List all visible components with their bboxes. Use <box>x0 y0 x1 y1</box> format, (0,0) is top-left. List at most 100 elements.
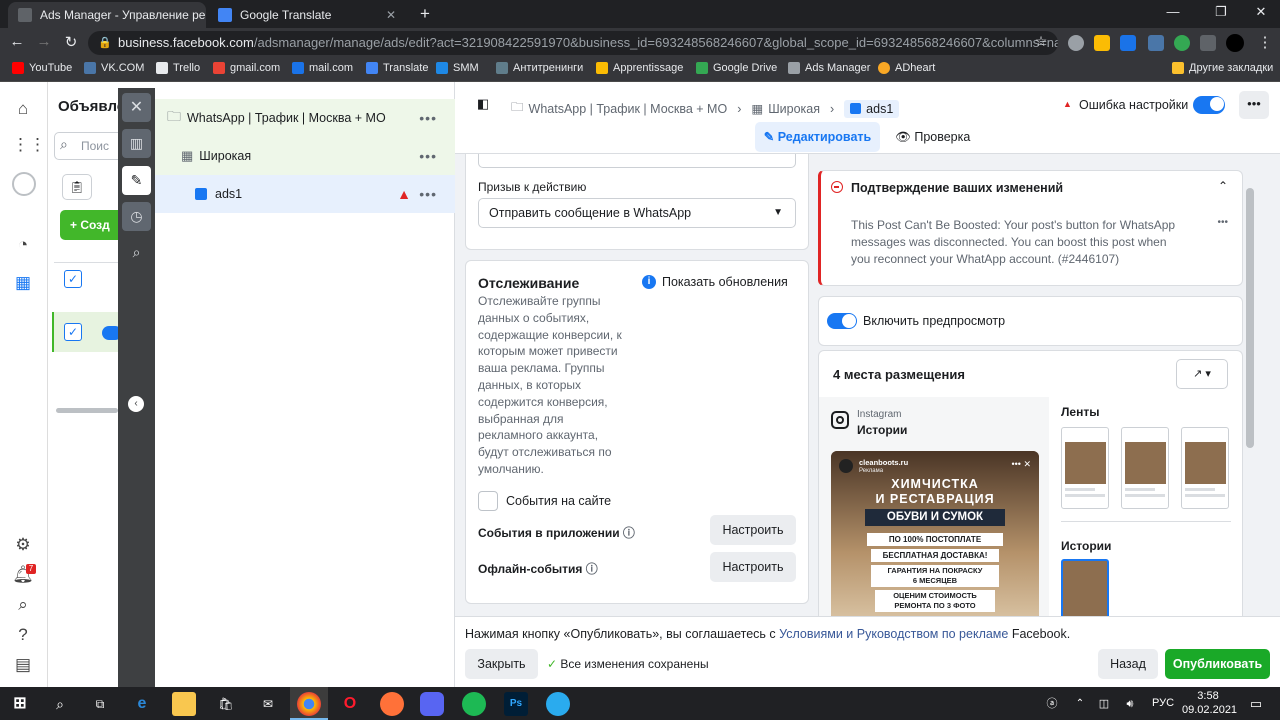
forward-arrow-icon[interactable]: → <box>33 33 55 50</box>
bookmark-mail[interactable]: mail.com <box>292 62 353 74</box>
telegram-icon[interactable] <box>546 692 570 716</box>
horizontal-scrollbar[interactable] <box>56 408 118 413</box>
terms-link[interactable]: Условиями и Руководством по рекламе <box>779 627 1008 641</box>
campaign-more-icon[interactable]: ••• <box>419 110 437 126</box>
profile-avatar[interactable] <box>1226 34 1244 52</box>
close-window-icon[interactable]: ✕ <box>1246 4 1276 20</box>
url-input[interactable]: 🔒 business.facebook.com/adsmanager/manag… <box>88 31 1058 55</box>
windows-start-icon[interactable]: ⊞ <box>8 692 32 716</box>
bookmark-google-drive[interactable]: Google Drive <box>696 62 777 74</box>
file-explorer-icon[interactable] <box>172 692 196 716</box>
language-indicator[interactable]: РУС <box>1152 697 1174 709</box>
home-icon[interactable]: ⌂ <box>12 98 34 120</box>
feed-thumbnail[interactable] <box>1181 427 1229 509</box>
bookmark-antitrainings[interactable]: Антитренинги <box>496 62 583 74</box>
search-icon[interactable]: ⌕ <box>48 692 72 716</box>
ad-more-icon[interactable]: ••• <box>419 186 437 202</box>
preview-toggle[interactable] <box>827 313 857 329</box>
reload-icon[interactable]: ↻ <box>60 33 82 51</box>
help-icon[interactable]: ? <box>12 624 34 646</box>
tree-campaign[interactable]: 🗀 WhatsApp | Трафик | Москва + МО ••• <box>155 99 455 137</box>
volume-icon[interactable]: 🔊︎ <box>1118 692 1142 716</box>
extension-clock-icon[interactable] <box>1094 35 1110 51</box>
bookmark-star-icon[interactable]: ☆ <box>1030 33 1052 50</box>
feed-thumbnail[interactable] <box>1061 427 1109 509</box>
alert-more-icon[interactable]: ••• <box>1217 217 1228 228</box>
extension-green-icon[interactable] <box>1174 35 1190 51</box>
opera-icon[interactable]: O <box>338 692 362 716</box>
ad-active-toggle[interactable] <box>1193 96 1225 114</box>
cta-select[interactable]: Отправить сообщение в WhatsApp ▼ <box>478 198 796 228</box>
report-icon[interactable]: ▤ <box>12 654 34 676</box>
inspect-zoom-icon[interactable]: ⌕ <box>122 238 151 267</box>
extension-vk-icon[interactable] <box>1148 35 1164 51</box>
show-updates-link[interactable]: i Показать обновления <box>642 275 788 289</box>
clipboard-icon[interactable]: 📋︎ <box>62 174 92 200</box>
task-view-icon[interactable]: ⧉ <box>88 692 112 716</box>
breadcrumb-ad[interactable]: ads1 <box>844 99 900 118</box>
tab-edit[interactable]: ✎ Редактировать <box>755 122 880 152</box>
adset-more-icon[interactable]: ••• <box>419 148 437 164</box>
select-all-checkbox[interactable]: ✓ <box>64 270 82 288</box>
bookmark-smm[interactable]: SMM <box>436 62 479 74</box>
open-preview-dropdown[interactable]: ↗ ▾ <box>1176 359 1228 389</box>
site-events-checkbox[interactable] <box>478 491 498 511</box>
history-clock-icon[interactable]: ◷ <box>122 202 151 231</box>
close-tab-icon[interactable]: ✕ <box>386 8 396 22</box>
collapse-chevron-icon[interactable]: ⌃ <box>1218 179 1228 193</box>
story-thumbnail[interactable] <box>1061 559 1109 616</box>
bookmark-apprentissage[interactable]: Apprentissage <box>596 62 683 74</box>
bookmark-trello[interactable]: Trello <box>156 62 200 74</box>
mail-icon[interactable]: ✉ <box>256 692 280 716</box>
browser-menu-icon[interactable]: ⋮ <box>1254 33 1276 51</box>
back-button[interactable]: Назад <box>1098 649 1158 679</box>
configure-app-events-button[interactable]: Настроить <box>710 515 796 545</box>
collapse-chevron-icon[interactable]: ‹ <box>128 396 144 412</box>
bookmark-youtube[interactable]: YouTube <box>12 62 72 74</box>
account-avatar[interactable] <box>12 172 36 196</box>
extensions-puzzle-icon[interactable] <box>1200 35 1216 51</box>
feed-thumbnail[interactable] <box>1121 427 1169 509</box>
spotify-icon[interactable] <box>462 692 486 716</box>
photoshop-icon[interactable]: Ps <box>504 692 528 716</box>
back-arrow-icon[interactable]: ← <box>6 33 28 50</box>
bookmark-adheart[interactable]: ADheart <box>878 62 935 74</box>
edit-pencil-icon[interactable]: ✎ <box>122 166 151 195</box>
tree-adset[interactable]: ▦ Широкая ••• <box>155 137 455 175</box>
publish-button[interactable]: Опубликовать <box>1165 649 1270 679</box>
bookmark-translate[interactable]: Translate <box>366 62 428 74</box>
ads-manager-table-icon[interactable]: ▦ <box>12 272 34 294</box>
new-tab-icon[interactable]: + <box>410 4 440 24</box>
tab-ads-manager[interactable]: Ads Manager - Управление рекл ✕ <box>8 2 206 28</box>
edge-icon[interactable]: e <box>130 692 154 716</box>
search-icon[interactable]: ⌕ <box>12 594 34 616</box>
more-options-icon[interactable]: ••• <box>1239 91 1269 119</box>
minimize-icon[interactable]: — <box>1158 4 1188 19</box>
other-bookmarks[interactable]: Другие закладки <box>1172 62 1273 74</box>
breadcrumb-adset[interactable]: Широкая <box>768 102 820 116</box>
people-icon[interactable]: ⓐ <box>1040 692 1064 716</box>
bookmark-gmail[interactable]: gmail.com <box>213 62 280 74</box>
discord-icon[interactable] <box>420 692 444 716</box>
dashboard-gauge-icon[interactable]: ◔ <box>12 234 34 256</box>
vertical-scrollbar[interactable] <box>1245 182 1255 612</box>
apps-grid-icon[interactable]: ⋮⋮ <box>12 134 46 156</box>
network-icon[interactable]: ◫ <box>1092 692 1116 716</box>
configure-offline-events-button[interactable]: Настроить <box>710 552 796 582</box>
tab-google-translate[interactable]: Google Translate ✕ <box>208 2 406 28</box>
show-hidden-icons-icon[interactable]: ⌃ <box>1068 692 1092 716</box>
extension-globe-icon[interactable] <box>1068 35 1084 51</box>
notifications-icon[interactable]: ▭ <box>1244 692 1268 716</box>
close-button[interactable]: Закрыть <box>465 649 538 679</box>
maximize-icon[interactable]: ❐ <box>1206 4 1236 20</box>
settings-gear-icon[interactable]: ⚙ <box>12 534 34 556</box>
clock[interactable]: 3:58 09.02.2021 <box>1182 689 1237 717</box>
extension-translate-icon[interactable] <box>1120 35 1136 51</box>
breadcrumb-campaign[interactable]: WhatsApp | Трафик | Москва + МО <box>529 102 728 116</box>
store-icon[interactable]: 🛍︎ <box>214 692 238 716</box>
tab-review[interactable]: 👁︎ Проверка <box>895 130 970 145</box>
tree-ad[interactable]: ads1 ▲ ••• <box>155 175 455 213</box>
close-editor-icon[interactable]: ✕ <box>122 93 151 122</box>
firefox-icon[interactable] <box>380 692 404 716</box>
sidebar-toggle-icon[interactable]: ◧ <box>473 94 493 114</box>
